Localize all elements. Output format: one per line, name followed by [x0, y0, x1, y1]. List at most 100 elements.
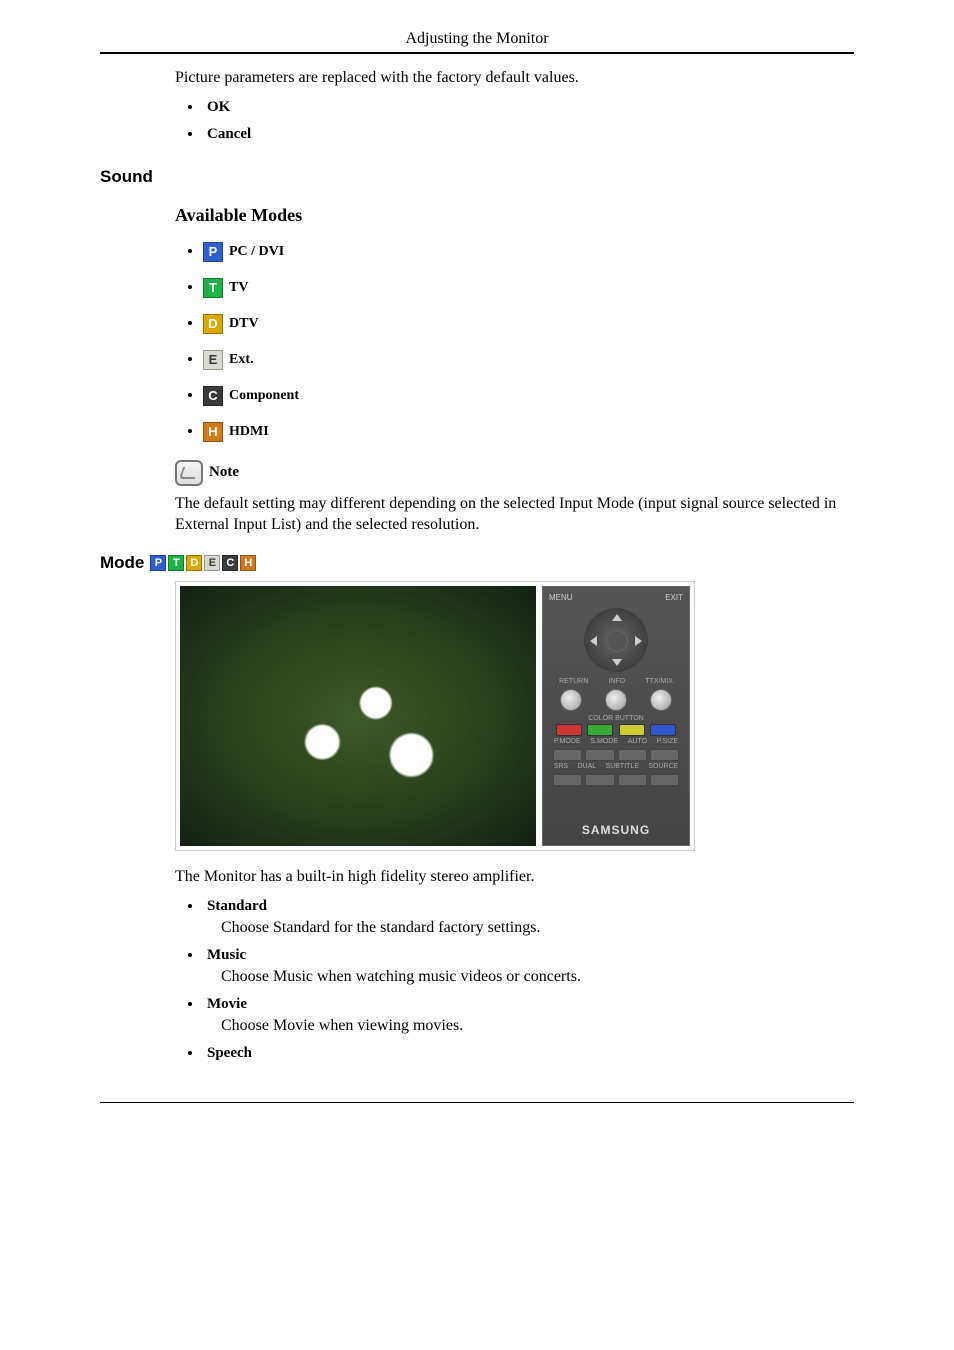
- mode-heading: Mode: [100, 553, 144, 573]
- yellow-button-icon: [619, 724, 645, 736]
- intro-options: OK Cancel: [175, 99, 854, 143]
- strip-c-icon: C: [222, 555, 238, 571]
- option-ok: OK: [203, 99, 854, 116]
- sound-mode-speech: Speech: [203, 1045, 854, 1062]
- sound-mode-music: Music Choose Music when watching music v…: [203, 947, 854, 986]
- sound-mode-standard: Standard Choose Standard for the standar…: [203, 898, 854, 937]
- option-cancel: Cancel: [203, 126, 854, 143]
- intro-text: Picture parameters are replaced with the…: [175, 68, 854, 89]
- mode-hdmi-label: HDMI: [229, 424, 269, 440]
- note-label: Note: [209, 464, 239, 481]
- note-row: Note: [175, 460, 854, 486]
- green-button-icon: [587, 724, 613, 736]
- remote-round-buttons: [549, 689, 683, 711]
- sound-mode-movie-desc: Choose Movie when viewing movies.: [221, 1017, 854, 1035]
- mode-hdmi: H HDMI: [203, 422, 854, 442]
- remote-exit-label: EXIT: [665, 593, 683, 602]
- header-rule: [100, 52, 854, 54]
- red-button-icon: [556, 724, 582, 736]
- available-modes-heading: Available Modes: [175, 205, 854, 226]
- strip-p-icon: P: [150, 555, 166, 571]
- available-modes-list: P PC / DVI T TV D DTV: [175, 242, 854, 442]
- mode-component-label: Component: [229, 388, 299, 404]
- remote-info-label: INFO: [608, 678, 625, 685]
- remote-pmode-label: P.MODE: [554, 738, 581, 745]
- remote-dual-label: DUAL: [577, 763, 596, 770]
- d-icon: D: [203, 314, 223, 334]
- sound-mode-movie: Movie Choose Movie when viewing movies.: [203, 996, 854, 1035]
- mode-intro: The Monitor has a built-in high fidelity…: [175, 867, 854, 888]
- remote-grid-buttons-2: [553, 774, 679, 786]
- mode-body: The Monitor has a built-in high fidelity…: [175, 867, 854, 1062]
- mode-dtv-label: DTV: [229, 316, 259, 332]
- footer-rule: [100, 1102, 854, 1103]
- remote-subtitle-label: SUBTITLE: [606, 763, 639, 770]
- grid-button: [553, 749, 582, 761]
- c-icon: C: [203, 386, 223, 406]
- figure-photo: [180, 586, 536, 846]
- t-icon: T: [203, 278, 223, 298]
- grid-button: [585, 774, 614, 786]
- sound-mode-speech-label: Speech: [207, 1045, 252, 1061]
- mode-pc-dvi: P PC / DVI: [203, 242, 854, 262]
- arrow-up-icon: [612, 614, 622, 621]
- mode-ext: E Ext.: [203, 350, 854, 370]
- remote-info-button: [605, 689, 627, 711]
- remote-return-label: RETURN: [559, 678, 588, 685]
- remote-ttx-label: TTX/MIX: [645, 678, 673, 685]
- h-icon: H: [203, 422, 223, 442]
- remote-psize-label: P.SIZE: [657, 738, 678, 745]
- strip-e-icon: E: [204, 555, 220, 571]
- remote-color-buttons: [553, 724, 679, 736]
- content: Adjusting the Monitor Picture parameters…: [100, 30, 854, 1103]
- grid-button: [650, 749, 679, 761]
- strip-d-icon: D: [186, 555, 202, 571]
- arrow-down-icon: [612, 659, 622, 666]
- remote-srs-label: SRS: [554, 763, 568, 770]
- mode-icon-strip: P T D E C H: [150, 555, 256, 571]
- sound-mode-movie-label: Movie: [207, 996, 247, 1012]
- mode-figure: MENU EXIT RETURN INFO TTX/MIX: [175, 581, 695, 851]
- page-header: Adjusting the Monitor: [100, 30, 854, 52]
- blue-button-icon: [650, 724, 676, 736]
- mode-ext-label: Ext.: [229, 352, 254, 368]
- remote-grid-buttons-1: [553, 749, 679, 761]
- mode-tv-label: TV: [229, 280, 248, 296]
- grid-button: [553, 774, 582, 786]
- grid-button: [650, 774, 679, 786]
- sound-mode-standard-label: Standard: [207, 898, 267, 914]
- mode-dtv: D DTV: [203, 314, 854, 334]
- remote-colorbutton-label: COLOR BUTTON: [588, 715, 644, 722]
- mode-heading-row: Mode P T D E C H: [100, 553, 854, 573]
- sound-mode-standard-desc: Choose Standard for the standard factory…: [221, 919, 854, 937]
- remote-dpad: [584, 608, 648, 672]
- e-icon: E: [203, 350, 223, 370]
- p-icon: P: [203, 242, 223, 262]
- figure-remote: MENU EXIT RETURN INFO TTX/MIX: [542, 586, 690, 846]
- remote-brand: SAMSUNG: [549, 817, 683, 839]
- sound-mode-list: Standard Choose Standard for the standar…: [175, 898, 854, 1062]
- sound-mode-music-label: Music: [207, 947, 246, 963]
- mode-component: C Component: [203, 386, 854, 406]
- arrow-right-icon: [635, 636, 642, 646]
- strip-t-icon: T: [168, 555, 184, 571]
- remote-auto-label: AUTO: [628, 738, 647, 745]
- remote-return-button: [560, 689, 582, 711]
- remote-ttx-button: [650, 689, 672, 711]
- page: Adjusting the Monitor Picture parameters…: [0, 0, 954, 1123]
- arrow-left-icon: [590, 636, 597, 646]
- remote-smode-label: S.MODE: [590, 738, 618, 745]
- remote-source-label: SOURCE: [648, 763, 678, 770]
- intro-block: Picture parameters are replaced with the…: [175, 68, 854, 143]
- grid-button: [618, 749, 647, 761]
- note-icon: [175, 460, 203, 486]
- remote-menu-label: MENU: [549, 593, 573, 602]
- option-ok-label: OK: [207, 99, 230, 115]
- grid-button: [618, 774, 647, 786]
- option-cancel-label: Cancel: [207, 126, 251, 142]
- sound-block: Available Modes P PC / DVI T TV: [175, 205, 854, 536]
- sound-mode-music-desc: Choose Music when watching music videos …: [221, 968, 854, 986]
- mode-pc-dvi-label: PC / DVI: [229, 244, 284, 260]
- mode-tv: T TV: [203, 278, 854, 298]
- strip-h-icon: H: [240, 555, 256, 571]
